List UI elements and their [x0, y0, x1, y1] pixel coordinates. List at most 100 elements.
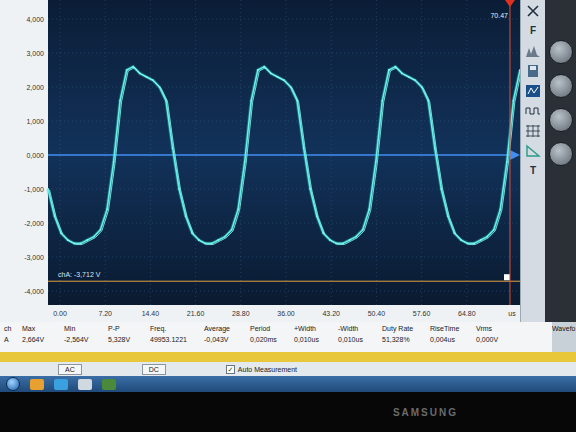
y-tick: -3,000	[24, 254, 44, 261]
waveform-point	[152, 79, 154, 81]
waveform-point	[349, 239, 351, 241]
ruler-icon[interactable]	[525, 144, 541, 158]
grid-line	[48, 257, 520, 258]
x-tick: us	[508, 310, 516, 317]
screen: 4,000 3,000 2,000 1,000 0,000 -1,000 -2,000 -3,…	[0, 0, 576, 392]
y-tick: -2,000	[24, 220, 44, 227]
y-tick: 2,000	[26, 84, 44, 91]
waveform-point	[277, 76, 279, 78]
waveform-point	[132, 66, 134, 68]
x-tick: 21.60	[187, 310, 205, 317]
column-header: +Width	[294, 325, 334, 332]
table-cell: 49953.1221	[150, 336, 200, 343]
waveform-point	[388, 69, 390, 71]
trigger-line[interactable]	[48, 281, 520, 282]
table-cell: 0,020ms	[250, 336, 290, 343]
control-panel	[545, 0, 576, 322]
grid-line	[421, 0, 422, 305]
waveform-point	[250, 100, 252, 102]
options-row: AC DC ✓Auto Measurement	[0, 362, 576, 376]
trigger-label: chA: -3,712 V	[58, 271, 101, 278]
waveform-point	[47, 188, 49, 190]
cursor-marker-icon[interactable]	[505, 0, 515, 7]
waveform-point	[257, 69, 259, 71]
knob[interactable]	[549, 74, 573, 98]
start-button-icon[interactable]	[6, 377, 20, 391]
waveform-point	[342, 243, 344, 245]
table-cell: 5,328V	[108, 336, 146, 343]
trigger-handle-icon[interactable]	[504, 274, 510, 280]
plot-background	[48, 0, 520, 305]
checkbox-label: Auto Measurement	[238, 366, 297, 373]
checkbox[interactable]: ✓	[226, 365, 235, 374]
x-tick: 14.40	[142, 310, 160, 317]
y-tick: 0,000	[26, 152, 44, 159]
table-cell: 0,000V	[476, 336, 516, 343]
waveform-point	[211, 243, 213, 245]
scope-app-icon[interactable]	[102, 379, 116, 390]
y-tick: 1,000	[26, 118, 44, 125]
waveform-point	[414, 79, 416, 81]
grid-line	[48, 87, 520, 88]
waveform-point	[401, 73, 403, 75]
y-tick: 4,000	[26, 16, 44, 23]
x-tick: 7.20	[98, 310, 112, 317]
measurement-panel: chMaxMinP-PFreq.AveragePeriod+Width-Widt…	[0, 322, 576, 352]
option-button[interactable]: DC	[142, 364, 166, 375]
app-icon[interactable]	[78, 379, 92, 390]
tool-button[interactable]: T	[530, 164, 536, 178]
knob[interactable]	[549, 108, 573, 132]
waveform-point	[119, 100, 121, 102]
waveform-point	[165, 100, 167, 102]
grid-line	[48, 291, 520, 292]
tool-button[interactable]: F	[530, 24, 536, 38]
waveform-point	[60, 232, 62, 234]
x-tick: 28.80	[232, 310, 250, 317]
waveform-point	[172, 147, 174, 149]
waveform-point	[159, 86, 161, 88]
waveform-point	[486, 236, 488, 238]
waveform-point	[86, 239, 88, 241]
y-tick: 3,000	[26, 50, 44, 57]
waveform-point	[237, 209, 239, 211]
waveform-point	[73, 243, 75, 245]
waveform-point	[198, 239, 200, 241]
spectrum-icon[interactable]	[525, 44, 541, 58]
brand-logo: SAMSUNG	[393, 407, 458, 418]
y-tick: -1,000	[24, 186, 44, 193]
waveform-point	[513, 100, 515, 102]
waveform-point	[296, 100, 298, 102]
waveform-point	[480, 239, 482, 241]
column-header: Freq.	[150, 325, 200, 332]
table-cell: A	[4, 336, 18, 343]
column-header: Duty Rate	[382, 325, 426, 332]
grid-icon[interactable]	[525, 124, 541, 138]
auto-measurement-checkbox[interactable]: ✓Auto Measurement	[226, 365, 297, 374]
column-header: Min	[64, 325, 104, 332]
knob[interactable]	[549, 142, 573, 166]
explorer-icon[interactable]	[30, 379, 44, 390]
waveform-point	[290, 86, 292, 88]
grid-line	[60, 0, 61, 305]
waveform-point	[316, 215, 318, 217]
waveform-trace	[50, 68, 521, 245]
grid-line	[48, 189, 520, 190]
waveform-point	[519, 69, 520, 71]
x-tick: 43.20	[322, 310, 340, 317]
wave-icon[interactable]	[525, 104, 541, 118]
knob[interactable]	[549, 40, 573, 64]
channel-marker-icon[interactable]	[510, 150, 520, 160]
waveform-point	[93, 236, 95, 238]
waveform-point	[473, 243, 475, 245]
measurement-table: chMaxMinP-PFreq.AveragePeriod+Width-Widt…	[0, 322, 552, 352]
measure-icon[interactable]	[525, 84, 541, 98]
column-header: RiseTime	[430, 325, 472, 332]
time-cursor[interactable]	[509, 0, 510, 305]
close-icon[interactable]	[525, 4, 541, 18]
save-icon[interactable]	[525, 64, 541, 78]
waveform	[47, 66, 520, 245]
x-tick: 36.00	[277, 310, 295, 317]
option-button[interactable]: AC	[58, 364, 82, 375]
browser-icon[interactable]	[54, 379, 68, 390]
waveform-point	[145, 76, 147, 78]
